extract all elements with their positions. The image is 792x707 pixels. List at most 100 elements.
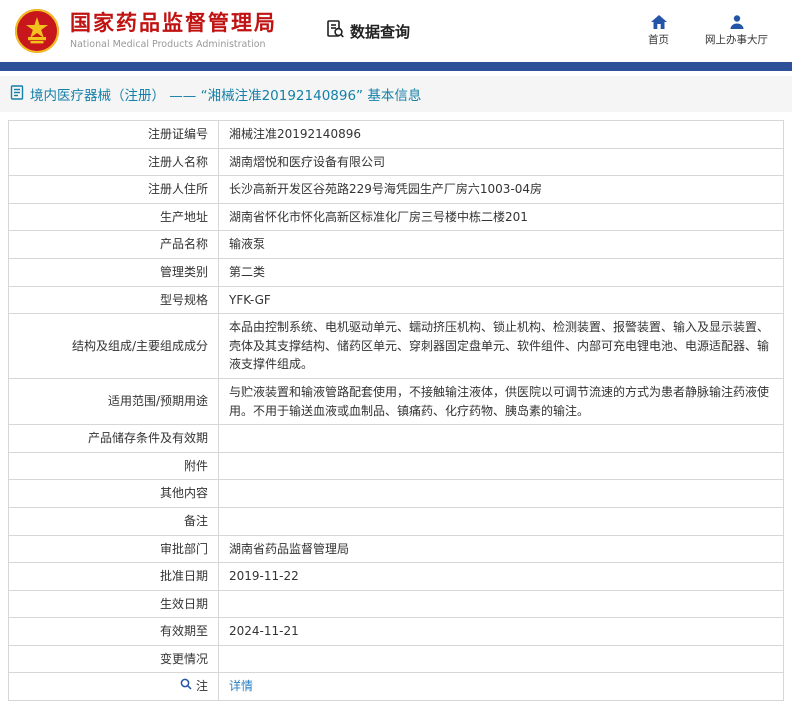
row-value-cell: 湖南省药品监督管理局 [219,535,784,563]
site-title-block: 国家药品监督管理局 National Medical Products Admi… [70,12,277,49]
row-label: 附件 [184,457,208,476]
row-value-cell: 2019-11-22 [219,563,784,591]
row-label: 注册证编号 [148,125,208,144]
table-row: 产品储存条件及有效期 [9,425,784,453]
row-value: 2024-11-21 [229,624,299,638]
row-label-cell: 其他内容 [9,480,219,508]
row-label: 适用范围/预期用途 [108,392,208,411]
row-label: 注 [196,677,208,696]
row-label-cell: 有效期至 [9,618,219,646]
row-value-cell: 湘械注准20192140896 [219,121,784,149]
national-emblem-logo [14,8,60,54]
page-header: 国家药品监督管理局 National Medical Products Admi… [0,0,792,62]
row-label-cell: 管理类别 [9,258,219,286]
table-row: 变更情况 [9,645,784,673]
row-label: 变更情况 [160,650,208,669]
row-label: 产品储存条件及有效期 [88,429,208,448]
row-value: 湘械注准20192140896 [229,127,361,141]
site-title-en: National Medical Products Administration [70,39,277,50]
note-magnifier-icon [180,677,192,696]
row-value: 输液泵 [229,237,265,251]
row-value-cell: 湖南熠悦和医疗设备有限公司 [219,148,784,176]
row-label-cell: 附件 [9,452,219,480]
row-value-cell [219,590,784,618]
row-label-cell: 生产地址 [9,203,219,231]
breadcrumb: 境内医疗器械（注册） —— “湘械注准20192140896” 基本信息 [0,76,792,112]
row-label: 备注 [184,512,208,531]
row-label-cell: 型号规格 [9,286,219,314]
row-label: 型号规格 [160,291,208,310]
detail-link[interactable]: 详情 [229,679,253,693]
registration-info-table: 注册证编号湘械注准20192140896注册人名称湖南熠悦和医疗设备有限公司注册… [8,120,784,701]
row-value: 湖南省怀化市怀化高新区标准化厂房三号楼中栋二楼201 [229,210,528,224]
header-divider-bar [0,62,792,71]
breadcrumb-text: 境内医疗器械（注册） —— “湘械注准20192140896” 基本信息 [30,84,421,104]
row-label-cell: 变更情况 [9,645,219,673]
row-label: 生效日期 [160,595,208,614]
document-icon [10,85,24,104]
row-value-cell: 湖南省怀化市怀化高新区标准化厂房三号楼中栋二楼201 [219,203,784,231]
row-label-cell: 生效日期 [9,590,219,618]
row-value-cell: 详情 [219,673,784,701]
row-value-cell [219,507,784,535]
row-value-cell: 长沙高新开发区谷苑路229号海凭园生产厂房六1003-04房 [219,176,784,204]
table-row: 其他内容 [9,480,784,508]
row-label: 批准日期 [160,567,208,586]
table-row: 审批部门湖南省药品监督管理局 [9,535,784,563]
row-value: 本品由控制系统、电机驱动单元、蠕动挤压机构、锁止机构、检测装置、报警装置、输入及… [229,320,769,371]
nav-item-service-hall[interactable]: 网上办事大厅 [705,15,768,47]
row-value-cell: 第二类 [219,258,784,286]
row-label: 有效期至 [160,622,208,641]
row-label: 审批部门 [160,540,208,559]
table-row: 型号规格YFK-GF [9,286,784,314]
row-label: 其他内容 [160,484,208,503]
row-label: 产品名称 [160,235,208,254]
table-row: 注 详情 [9,673,784,701]
table-row: 批准日期 2019-11-22 [9,563,784,591]
row-label-cell: 批准日期 [9,563,219,591]
row-value-cell [219,480,784,508]
nav-home-label: 首页 [648,32,669,47]
row-value: 第二类 [229,265,265,279]
table-row: 生产地址 湖南省怀化市怀化高新区标准化厂房三号楼中栋二楼201 [9,203,784,231]
table-row: 适用范围/预期用途 与贮液装置和输液管路配套使用，不接触输注液体，供医院以可调节流… [9,378,784,424]
row-value-cell: 与贮液装置和输液管路配套使用，不接触输注液体，供医院以可调节流速的方式为患者静脉… [219,378,784,424]
row-label-cell: 产品名称 [9,231,219,259]
row-label-cell: 产品储存条件及有效期 [9,425,219,453]
registration-info-table-wrap: 注册证编号湘械注准20192140896注册人名称湖南熠悦和医疗设备有限公司注册… [0,120,792,707]
row-label-cell: 审批部门 [9,535,219,563]
table-row: 注册证编号 湘械注准20192140896 [9,121,784,149]
home-icon [651,15,667,29]
data-query-section[interactable]: 数据查询 [325,19,410,43]
row-label: 注册人名称 [148,153,208,172]
row-value-cell [219,425,784,453]
row-label-cell: 备注 [9,507,219,535]
nav-service-hall-label: 网上办事大厅 [705,32,768,47]
row-label: 管理类别 [160,263,208,282]
info-table-body: 注册证编号湘械注准20192140896注册人名称湖南熠悦和医疗设备有限公司注册… [9,121,784,701]
table-row: 管理类别 第二类 [9,258,784,286]
row-value-cell: 本品由控制系统、电机驱动单元、蠕动挤压机构、锁止机构、检测装置、报警装置、输入及… [219,314,784,379]
header-nav: 首页 网上办事大厅 [648,15,778,47]
table-row: 产品名称 输液泵 [9,231,784,259]
row-value-cell: 2024-11-21 [219,618,784,646]
row-value-cell: 输液泵 [219,231,784,259]
row-label-cell: 注册人住所 [9,176,219,204]
row-label-cell: 注册证编号 [9,121,219,149]
table-row: 附件 [9,452,784,480]
table-row: 结构及组成/主要组成成分 本品由控制系统、电机驱动单元、蠕动挤压机构、锁止机构、检… [9,314,784,379]
row-label-cell: 适用范围/预期用途 [9,378,219,424]
row-label-cell: 注册人名称 [9,148,219,176]
row-value: 与贮液装置和输液管路配套使用，不接触输注液体，供医院以可调节流速的方式为患者静脉… [229,385,769,418]
row-label: 生产地址 [160,208,208,227]
row-value: 湖南熠悦和医疗设备有限公司 [229,155,385,169]
row-label: 注册人住所 [148,180,208,199]
row-label: 结构及组成/主要组成成分 [72,337,208,356]
row-value: 长沙高新开发区谷苑路229号海凭园生产厂房六1003-04房 [229,182,542,196]
row-value-cell [219,452,784,480]
nav-item-home[interactable]: 首页 [648,15,669,47]
table-row: 备注 [9,507,784,535]
row-value-cell [219,645,784,673]
data-query-label: 数据查询 [350,21,410,42]
table-row: 注册人名称 湖南熠悦和医疗设备有限公司 [9,148,784,176]
